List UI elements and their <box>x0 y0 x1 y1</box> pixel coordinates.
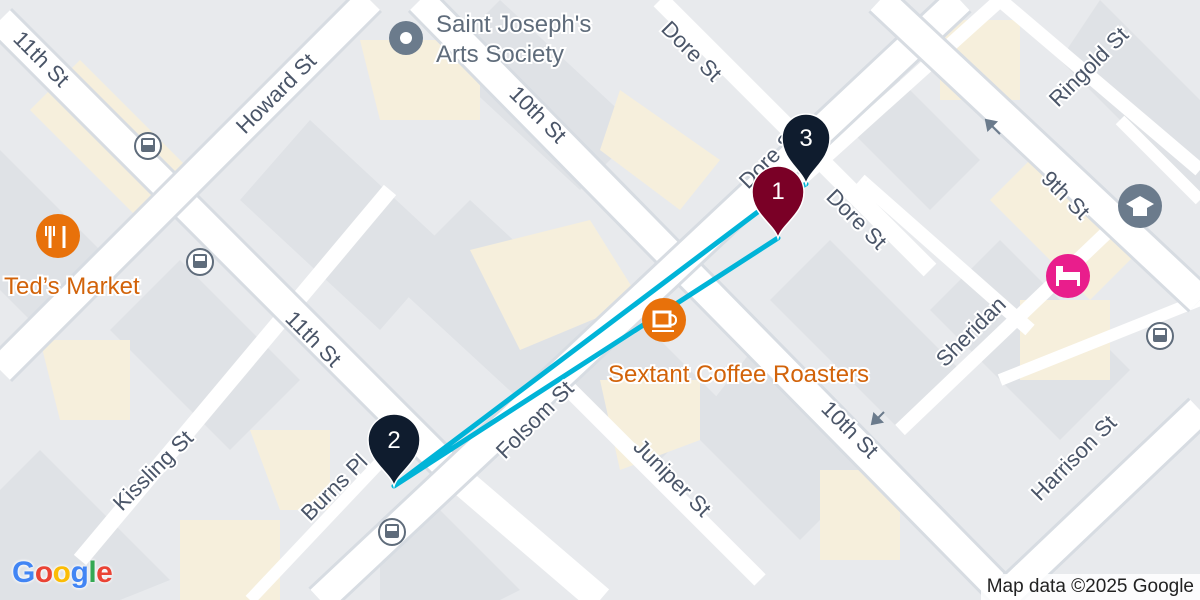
google-logo: Google <box>12 556 113 590</box>
logo-letter: o <box>52 556 71 589</box>
bus-icon[interactable] <box>378 518 406 546</box>
poi-label-arts-society-line1: Saint Joseph's <box>436 11 591 38</box>
poi-label-teds-market: Ted’s Market <box>4 273 140 300</box>
poi-label-arts-society-line2: Arts Society <box>436 41 564 68</box>
logo-letter: l <box>88 556 97 589</box>
poi-school[interactable] <box>1118 184 1162 228</box>
bus-icon[interactable] <box>1146 322 1174 350</box>
restaurant-icon <box>36 214 80 258</box>
marker-2-label: 2 <box>387 427 400 454</box>
bus-icon[interactable] <box>134 132 162 160</box>
logo-letter: g <box>70 556 89 589</box>
marker-1-label: 1 <box>771 178 784 205</box>
marker-3-label: 3 <box>799 125 812 152</box>
logo-letter: o <box>34 556 53 589</box>
poi-label-sextant: Sextant Coffee Roasters <box>608 361 869 388</box>
bus-icon[interactable] <box>186 248 214 276</box>
map-svg[interactable]: 11th St Howard St 10th St Dore St Ringol… <box>0 0 1200 600</box>
poi-hotel[interactable] <box>1046 254 1090 298</box>
logo-letter: G <box>12 556 35 589</box>
map-canvas[interactable]: 11th St Howard St 10th St Dore St Ringol… <box>0 0 1200 600</box>
map-attribution[interactable]: Map data ©2025 Google <box>980 574 1200 600</box>
logo-letter: e <box>96 556 113 589</box>
cafe-icon <box>642 298 686 342</box>
